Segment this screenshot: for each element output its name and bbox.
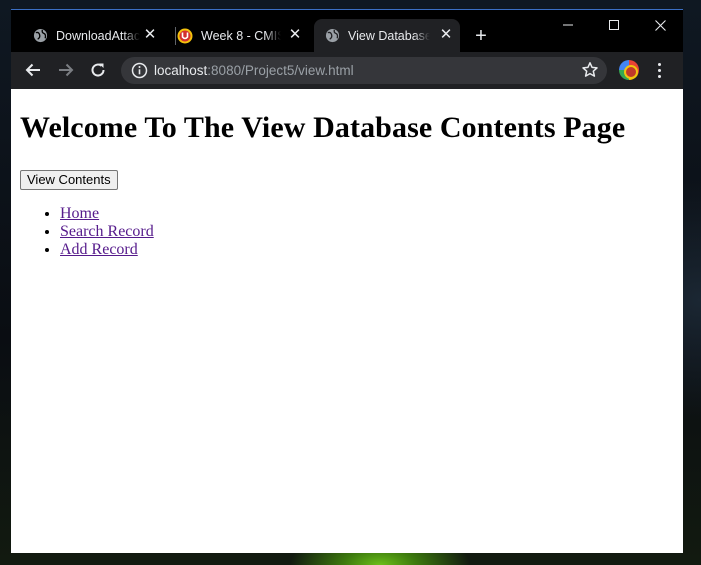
menu-dot bbox=[657, 74, 661, 78]
back-button[interactable] bbox=[19, 56, 47, 84]
tab-downloadattachment[interactable]: DownloadAttac ✕ bbox=[24, 19, 164, 52]
add-record-link[interactable]: Add Record bbox=[60, 241, 138, 258]
profile-avatar[interactable] bbox=[619, 60, 639, 80]
globe-icon bbox=[32, 28, 48, 44]
reload-button[interactable] bbox=[84, 56, 112, 84]
forward-button[interactable] bbox=[52, 56, 80, 84]
url-path: :8080/Project5/view.html bbox=[207, 63, 354, 78]
page-heading: Welcome To The View Database Contents Pa… bbox=[20, 111, 626, 144]
url-host: localhost bbox=[154, 63, 208, 78]
umuc-logo-icon bbox=[177, 28, 193, 44]
menu-dot bbox=[657, 62, 661, 66]
menu-dot bbox=[657, 68, 661, 72]
list-item: Search Record bbox=[60, 223, 154, 241]
close-window-button[interactable] bbox=[637, 10, 683, 40]
address-bar[interactable]: localhost:8080/Project5/view.html bbox=[121, 57, 607, 84]
list-item: Home bbox=[60, 205, 154, 223]
reload-icon bbox=[91, 63, 105, 77]
tab-view-database[interactable]: View Database ✕ bbox=[314, 19, 460, 52]
browser-menu-button[interactable] bbox=[648, 56, 670, 84]
page-viewport: Welcome To The View Database Contents Pa… bbox=[11, 89, 683, 553]
url-text: localhost:8080/Project5/view.html bbox=[154, 63, 354, 78]
close-icon[interactable]: ✕ bbox=[142, 27, 158, 43]
arrow-right-icon bbox=[59, 63, 74, 77]
window-controls bbox=[545, 10, 683, 40]
arrow-left-icon bbox=[25, 63, 40, 77]
home-link[interactable]: Home bbox=[60, 205, 99, 222]
browser-toolbar: localhost:8080/Project5/view.html bbox=[11, 52, 683, 88]
close-icon[interactable]: ✕ bbox=[287, 27, 303, 43]
search-record-link[interactable]: Search Record bbox=[60, 223, 154, 240]
close-icon[interactable]: ✕ bbox=[438, 27, 454, 43]
minimize-button[interactable] bbox=[545, 10, 591, 40]
list-item: Add Record bbox=[60, 241, 154, 259]
info-icon[interactable] bbox=[131, 62, 148, 79]
tab-title: View Database bbox=[348, 28, 430, 43]
minimize-icon bbox=[563, 24, 573, 26]
new-tab-button[interactable]: + bbox=[470, 25, 492, 47]
tab-title: DownloadAttac bbox=[56, 28, 140, 43]
nav-link-list: Home Search Record Add Record bbox=[60, 205, 154, 259]
globe-icon bbox=[324, 28, 340, 44]
browser-window: DownloadAttac ✕ Week 8 - CMIS ✕ View Dat… bbox=[11, 9, 683, 553]
maximize-button[interactable] bbox=[591, 10, 637, 40]
tab-week8[interactable]: Week 8 - CMIS ✕ bbox=[169, 19, 309, 52]
star-icon[interactable] bbox=[581, 61, 599, 79]
close-icon bbox=[654, 19, 666, 31]
maximize-icon bbox=[609, 20, 619, 30]
tab-title: Week 8 - CMIS bbox=[201, 28, 281, 43]
view-contents-button[interactable]: View Contents bbox=[20, 170, 118, 190]
tab-strip: DownloadAttac ✕ Week 8 - CMIS ✕ View Dat… bbox=[11, 10, 683, 52]
